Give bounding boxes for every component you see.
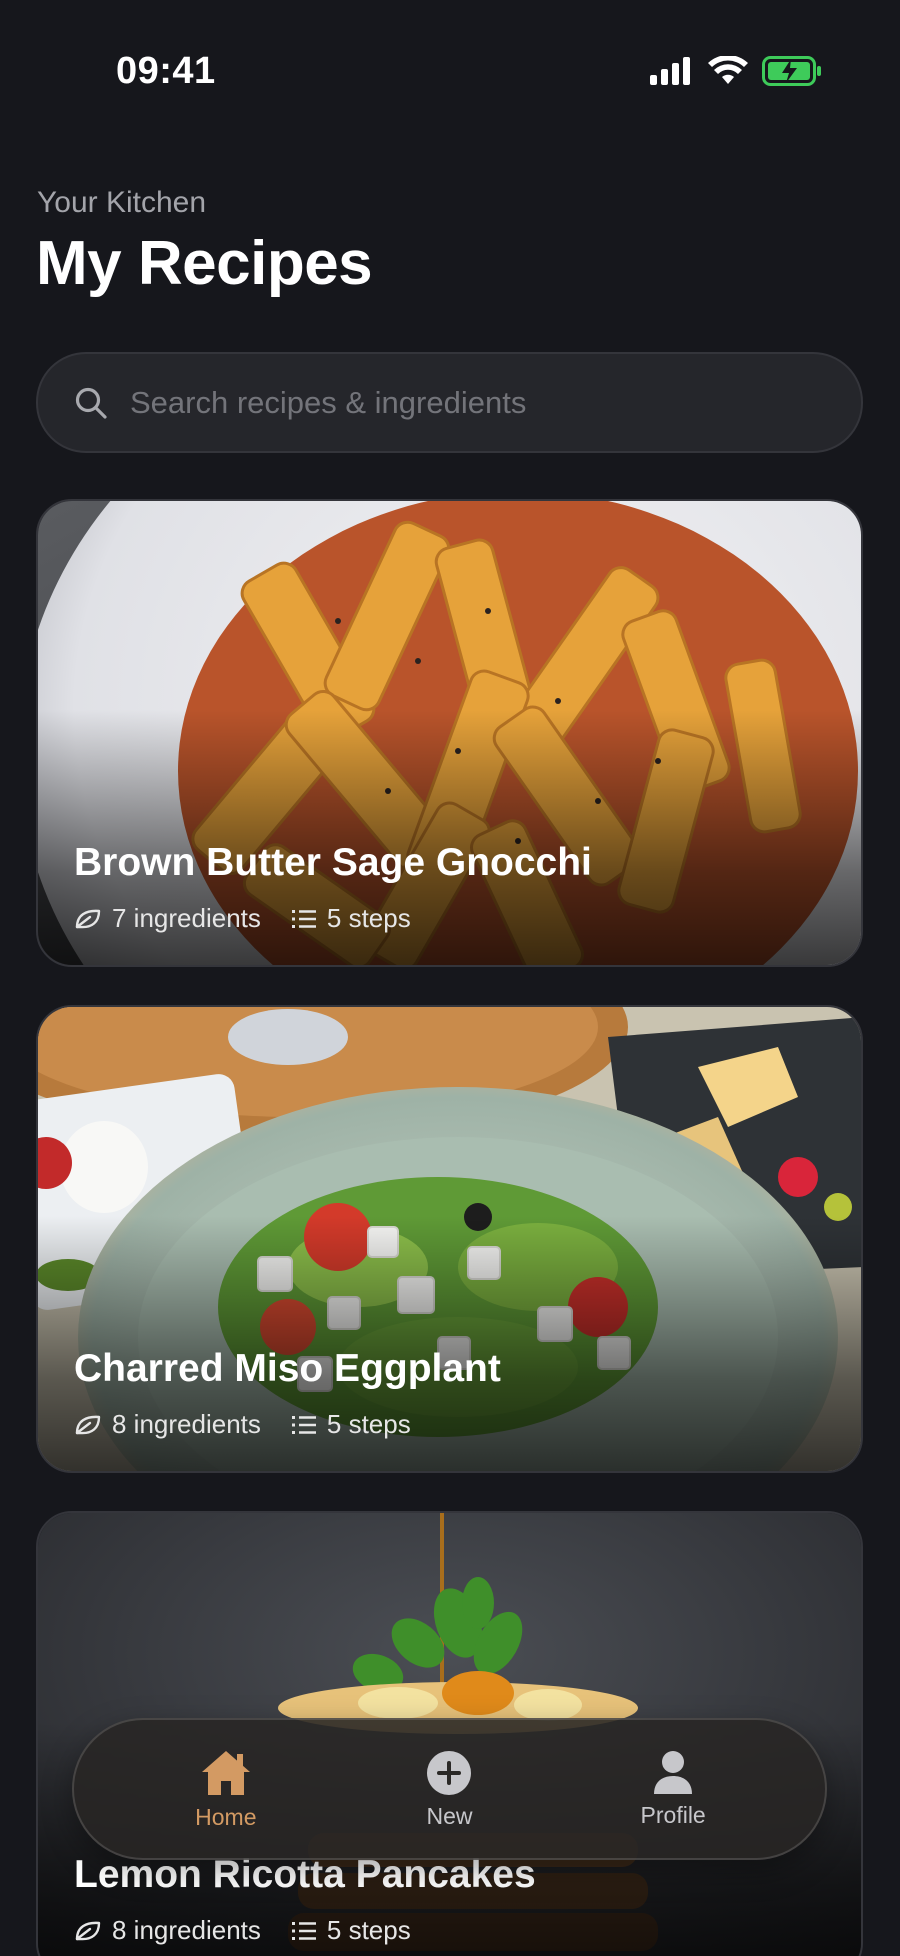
tab-home[interactable]: Home — [146, 1748, 306, 1831]
tab-bar: Home New Profile — [72, 1718, 827, 1860]
status-bar: 09:41 — [0, 0, 900, 140]
wifi-icon — [708, 56, 748, 84]
steps-label: 5 steps — [326, 1409, 411, 1439]
recipe-title: Charred Miso Eggplant — [74, 1347, 501, 1390]
tab-new[interactable]: New — [369, 1749, 529, 1830]
ingredients-count: 8 ingredients — [74, 1915, 261, 1946]
tab-label: New — [426, 1802, 473, 1829]
page-title: My Recipes — [36, 229, 373, 298]
plus-circle-icon — [427, 1750, 472, 1795]
signal-icon — [650, 57, 690, 85]
steps-count: 5 steps — [291, 1915, 411, 1946]
recipe-card[interactable]: Charred Miso Eggplant 8 ingredients 5 st… — [36, 1005, 863, 1473]
card-shade — [38, 1007, 861, 1471]
ingredients-label: 8 ingredients — [112, 1915, 261, 1945]
ingredients-count: 8 ingredients — [74, 1409, 261, 1440]
steps-label: 5 steps — [326, 1915, 411, 1945]
card-shade — [38, 501, 861, 965]
person-icon — [654, 1750, 693, 1794]
ingredients-label: 7 ingredients — [112, 903, 261, 933]
recipe-title: Brown Butter Sage Gnocchi — [74, 841, 592, 884]
tab-label: Profile — [640, 1801, 706, 1828]
leaf-icon — [75, 1921, 101, 1940]
status-time: 09:41 — [116, 50, 216, 92]
header-subtitle: Your Kitchen — [37, 186, 207, 219]
recipe-meta: 8 ingredients 5 steps — [74, 1915, 441, 1946]
recipe-meta: 8 ingredients 5 steps — [74, 1409, 441, 1440]
leaf-icon — [75, 909, 101, 928]
ingredients-count: 7 ingredients — [74, 903, 261, 934]
list-icon — [291, 1415, 316, 1434]
search-bar[interactable] — [36, 352, 863, 453]
tab-label: Home — [195, 1803, 257, 1830]
home-icon — [201, 1750, 250, 1795]
recipe-meta: 7 ingredients 5 steps — [74, 903, 441, 934]
list-icon — [291, 909, 316, 928]
search-icon — [75, 387, 107, 419]
ingredients-label: 8 ingredients — [112, 1409, 261, 1439]
battery-charging-icon — [762, 56, 821, 86]
tab-profile[interactable]: Profile — [593, 1750, 753, 1829]
steps-count: 5 steps — [291, 903, 411, 934]
search-input[interactable] — [130, 372, 861, 433]
recipes-screen: 09:41 Your Kitchen My Recipes Search rec… — [0, 0, 900, 1956]
leaf-icon — [75, 1415, 101, 1434]
recipe-card[interactable]: Brown Butter Sage Gnocchi 7 ingredients … — [36, 499, 863, 967]
status-icons — [650, 56, 822, 86]
steps-count: 5 steps — [291, 1409, 411, 1440]
steps-label: 5 steps — [326, 903, 411, 933]
list-icon — [291, 1921, 316, 1940]
